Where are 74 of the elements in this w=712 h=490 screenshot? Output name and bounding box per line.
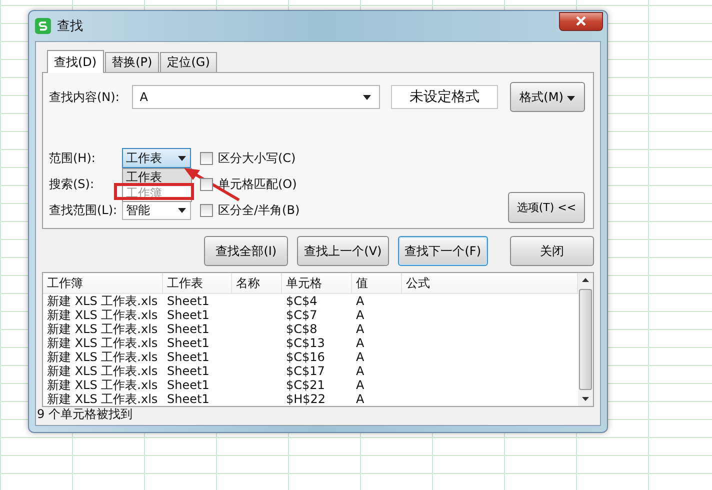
checkbox-label: 区分全/半角(B) [218,202,300,218]
format-display: 未设定格式 [391,85,498,109]
checkbox[interactable] [200,204,213,216]
checkbox[interactable] [200,152,213,164]
table-cell-text: A [355,392,366,406]
table-cell-text: 新建 XLS 工作表.xls [46,364,159,378]
action-button[interactable]: 查找全部(I) [204,236,288,266]
table-cell-text: 新建 XLS 工作表.xls [46,392,159,406]
table-cell-text: A [355,308,366,322]
field-value: A [140,90,148,104]
column-header[interactable]: 名称 [232,273,282,293]
scroll-down-icon[interactable] [582,397,589,401]
field-label: 查找内容(N): [49,88,120,106]
column-header[interactable]: 值 [352,273,402,293]
checkbox[interactable] [200,178,213,190]
table-cell-text: $C$16 [285,350,326,364]
table-cell-text: Sheet1 [166,350,210,364]
window-title: 查找 [57,18,84,35]
action-button[interactable]: 查找上一个(V) [297,236,389,266]
dropdown-combo[interactable]: 智能 [122,200,191,220]
column-header[interactable]: 工作表 [163,273,232,293]
table-cell-text: 新建 XLS 工作表.xls [46,336,159,350]
field-label: 范围(H): [49,150,96,166]
close-icon [575,16,587,26]
table-cell-text: 新建 XLS 工作表.xls [46,350,159,364]
table-cell-text: Sheet1 [166,294,210,308]
table-cell-text: Sheet1 [166,378,210,392]
options-button[interactable]: 选项(T) << [508,192,585,223]
scroll-up-icon[interactable] [582,278,589,282]
tab[interactable]: 定位(G) [160,52,217,72]
table-cell-text: A [355,294,366,308]
column-header[interactable]: 单元格 [282,273,352,293]
scrollbar[interactable] [578,273,593,406]
caret-icon [178,208,186,212]
app-logo-icon [35,18,51,34]
checkbox-label: 单元格匹配(O) [218,176,297,192]
status-text: 9 个单元格被找到 [37,407,134,422]
format-button[interactable]: 格式(M) [510,82,585,112]
table-cell-text: A [355,378,366,392]
table-cell-text: Sheet1 [166,364,210,378]
table-cell-text: $H$22 [285,392,327,406]
field-label: 查找范围(L): [49,202,118,218]
tab[interactable]: 查找(D) [47,50,104,73]
table-cell-text: Sheet1 [166,336,210,350]
action-button[interactable]: 查找下一个(F) [398,236,488,266]
checkbox-label: 区分大小写(C) [218,150,296,166]
find-what-combo[interactable]: A [132,85,380,109]
table-cell-text: $C$21 [285,378,326,392]
caret-icon [567,96,576,100]
table-cell-text: A [355,364,366,378]
table-cell-text: A [355,336,366,350]
table-cell-text: $C$13 [285,336,326,350]
caret-icon [178,156,186,160]
dropdown-combo[interactable]: 工作表 [122,148,191,168]
table-cell-text: Sheet1 [166,322,210,336]
table-cell-text: Sheet1 [166,308,210,322]
column-header[interactable]: 工作簿 [43,273,163,293]
table-cell-text: $C$8 [285,322,318,336]
caret-icon [363,94,372,100]
table-cell-text: A [355,322,366,336]
close-button[interactable] [559,12,603,30]
table-cell-text: 新建 XLS 工作表.xls [46,378,159,392]
table-cell-text: $C$4 [285,294,318,308]
table-cell-text: 新建 XLS 工作表.xls [46,294,159,308]
table-cell-text: 新建 XLS 工作表.xls [46,308,159,322]
table-cell-text: A [355,350,366,364]
table-cell-text: Sheet1 [166,392,210,406]
table-cell-text: $C$7 [285,308,318,322]
scroll-thumb[interactable] [579,289,592,390]
table-cell-text: 新建 XLS 工作表.xls [46,322,159,336]
field-label: 搜索(S): [49,176,96,192]
table-cell-text: $C$17 [285,364,326,378]
action-button[interactable]: 关闭 [510,236,594,266]
tab[interactable]: 替换(P) [104,52,160,72]
